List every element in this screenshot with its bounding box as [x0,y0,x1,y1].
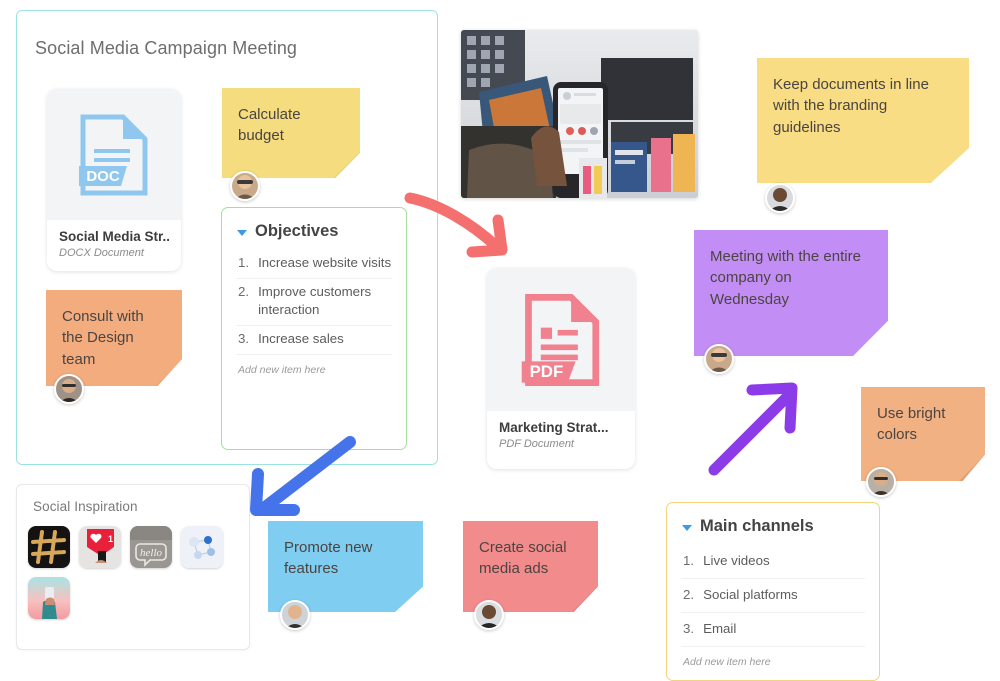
list-item[interactable]: 1. Increase website visits [236,250,392,279]
inspiration-thumbnail-grid: 1 hello [28,526,228,619]
item-number: 3. [238,330,250,346]
newsstand-photo[interactable] [461,30,698,198]
list-item[interactable]: 3. Email [681,613,865,647]
pdf-meta: Marketing Strat... PDF Document [487,411,635,460]
note-text: Promote new features [284,539,373,578]
avatar[interactable] [54,374,84,404]
channels-items: 1. Live videos 2. Social platforms 3. Em… [681,545,865,647]
avatar[interactable] [765,183,795,213]
note-fold [397,586,423,612]
docx-meta: Social Media Str... DOCX Document [47,220,181,269]
item-text: Social platforms [703,586,798,602]
note-fold [572,586,598,612]
sticky-note-calculate-budget[interactable]: Calculate budget [222,88,360,178]
list-card-main-channels[interactable]: Main channels 1. Live videos 2. Social p… [666,502,880,681]
document-type: DOCX Document [59,247,144,259]
list-header[interactable]: Objectives [237,222,392,241]
list-item[interactable]: 3. Increase sales [236,326,392,355]
note-fold [959,455,985,481]
document-type: PDF Document [499,438,574,450]
note-text: Keep documents in line with the branding… [773,76,929,136]
item-number: 3. [683,620,695,636]
list-title: Objectives [255,222,339,240]
item-text: Email [703,620,737,636]
thumbnail-hand-with-phone[interactable] [28,577,70,619]
note-text: Consult with the Design team [62,308,144,368]
document-name: Social Media Str... [59,229,169,244]
frame-title: Social Inspiration [33,499,138,514]
note-text: Calculate budget [238,106,301,145]
thumbnail-hashtag[interactable] [28,526,70,568]
svg-text:hello: hello [140,547,162,559]
svg-text:PDF: PDF [530,362,564,381]
list-header[interactable]: Main channels [682,517,865,536]
item-number: 2. [238,283,250,299]
item-text: Increase sales [258,330,344,346]
thumbnail-like-badge[interactable]: 1 [79,526,121,568]
frame-title: Social Media Campaign Meeting [35,38,298,58]
note-fold [943,157,969,183]
note-fold [862,330,888,356]
docx-thumbnail: DOC [47,89,181,220]
item-number: 1. [683,553,695,568]
doc-file-icon: DOC [79,114,148,195]
chevron-down-icon[interactable] [682,524,692,531]
sticky-note-promote-new-features[interactable]: Promote new features [268,521,423,612]
document-card-pdf[interactable]: PDF Marketing Strat... PDF Document [487,268,635,469]
add-new-item[interactable]: Add new item here [238,364,392,376]
list-item[interactable]: 2. Social platforms [681,579,865,613]
document-name: Marketing Strat... [499,420,609,435]
sticky-note-create-social-media-ads[interactable]: Create social media ads [463,521,598,612]
item-number: 2. [683,586,695,602]
list-title: Main channels [700,517,814,535]
add-new-item[interactable]: Add new item here [683,656,865,668]
sticky-note-consult-design-team[interactable]: Consult with the Design team [46,290,182,386]
item-text: Improve customers interaction [258,283,372,317]
svg-text:1: 1 [108,534,113,544]
sticky-note-company-meeting[interactable]: Meeting with the entire company on Wedne… [694,230,888,356]
item-text: Live videos [703,553,770,568]
whiteboard-canvas[interactable]: Social Media Campaign Meeting DOC Social… [0,0,1000,681]
thumbnail-hello-lettering[interactable]: hello [130,526,172,568]
arrow-purple-up-right [708,382,798,476]
avatar[interactable] [474,600,504,630]
item-number: 1. [238,255,250,270]
pdf-file-icon: PDF [521,293,600,386]
list-item[interactable]: 1. Live videos [681,545,865,579]
note-text: Create social media ads [479,539,567,578]
newsstand-photo-graphic [461,30,698,198]
note-text: Use bright colors [877,405,946,444]
list-item[interactable]: 2. Improve customers interaction [236,279,392,326]
svg-text:DOC: DOC [86,168,120,185]
list-card-objectives[interactable]: Objectives 1. Increase website visits 2.… [221,207,407,450]
avatar[interactable] [230,171,260,201]
item-text: Increase website visits [258,255,392,270]
sticky-note-branding-guidelines[interactable]: Keep documents in line with the branding… [757,58,969,183]
note-text: Meeting with the entire company on Wedne… [710,248,861,308]
objectives-items: 1. Increase website visits 2. Improve cu… [236,250,392,355]
avatar[interactable] [704,344,734,374]
avatar[interactable] [280,600,310,630]
chevron-down-icon[interactable] [237,229,247,236]
avatar[interactable] [866,467,896,497]
document-card-docx[interactable]: DOC Social Media Str... DOCX Document [47,89,181,271]
pdf-thumbnail: PDF [487,268,635,411]
thumbnail-social-network[interactable] [181,526,223,568]
